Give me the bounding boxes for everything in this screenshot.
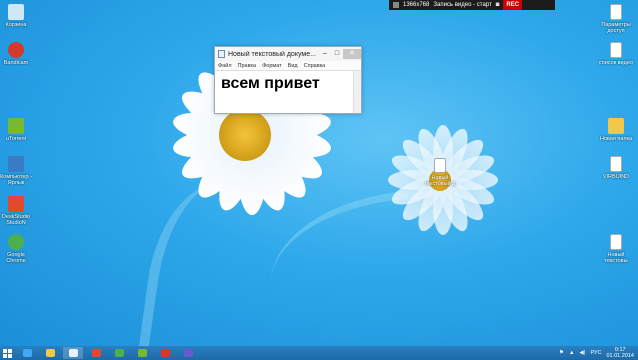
menu-help[interactable]: Справка [304,63,326,69]
flag-icon[interactable]: ⚑ [559,350,564,356]
network-icon[interactable]: ▲ [569,350,574,356]
start-button[interactable] [0,346,14,360]
desktop-icon[interactable]: Bandicam [0,42,34,66]
system-tray: ⚑ ▲ ◀) РУС 0:17 01.01.2014 [559,347,638,359]
daisy-center [219,109,271,161]
taskbar-bandicam[interactable] [155,347,175,359]
scrollbar[interactable] [353,71,361,113]
desktop-icon-label: Bandicam [3,60,29,66]
window-titlebar[interactable]: Новый текстовый докуме... – □ ✕ [215,47,361,61]
screen-icon [393,2,399,8]
clock-date: 01.01.2014 [606,353,634,359]
clock[interactable]: 0:17 01.01.2014 [606,347,634,359]
desktop-icon[interactable]: Компьютер - Ярлык [0,156,34,186]
minimize-button[interactable]: – [319,49,331,59]
notepad-window[interactable]: Новый текстовый докуме... – □ ✕ Файл Пра… [214,46,362,114]
utorrent-icon [137,349,147,357]
desktop: Корзина Bandicam uTorrent Компьютер - Ярлык… [0,0,638,346]
taskbar-utorrent[interactable] [132,347,152,359]
notepad-icon [68,349,78,357]
text-area[interactable]: всем привет [215,71,361,113]
camera-icon[interactable]: ◙ [496,0,500,10]
document-icon [610,234,622,250]
desktop-icon-label: DeskStudio StudioN [1,214,31,226]
document-icon [610,42,622,58]
desktop-icon[interactable]: uTorrent [0,118,34,142]
desktop-icon-label: список видео [599,60,633,66]
desktop-icon-label: Новый текстовы [604,252,628,264]
chrome-icon [8,234,24,250]
desktop-icon-label: Новая папка [599,136,633,142]
desktop-icon[interactable]: Новый текстовы [598,234,634,264]
desktop-icon-label: uTorrent [5,136,27,142]
app2-icon [183,349,193,357]
desktop-icon[interactable]: список видео [598,42,634,66]
desktop-icon-label: Новый текстовый д [424,175,456,187]
document-icon [434,158,446,173]
taskbar-app2[interactable] [178,347,198,359]
folder-icon [608,118,624,134]
taskbar-ie[interactable] [17,347,37,359]
bandicam-icon [8,42,24,58]
app-icon [8,196,24,212]
taskbar: ⚑ ▲ ◀) РУС 0:17 01.01.2014 [0,346,638,360]
desktop-icon[interactable]: Корзина [0,4,34,28]
menu-file[interactable]: Файл [218,63,232,69]
desktop-icon[interactable]: VIRBUIND [598,156,634,180]
window-title: Новый текстовый докуме... [228,50,316,58]
desktop-icon-label: Параметры доступ [601,22,631,34]
desktop-icon-label: Компьютер - Ярлык [0,174,32,186]
recorder-resolution: 1366x768 [403,2,430,8]
taskbar-explorer[interactable] [40,347,60,359]
menu-edit[interactable]: Правка [238,63,257,69]
language-indicator[interactable]: РУС [590,350,601,356]
desktop-icon[interactable]: DeskStudio StudioN [0,196,34,226]
desktop-icon-label: VIRBUIND [602,174,630,180]
desktop-icon[interactable]: Новая папка [598,118,634,142]
recorder-status: Запись видео - старт [433,2,492,8]
recycle-bin-icon [8,4,24,20]
desktop-icon-label: Google Chrome [6,252,26,264]
explorer-icon [45,349,55,357]
menu-bar: Файл Правка Формат Вид Справка [215,61,361,71]
computer-icon [8,156,24,172]
document-icon [610,156,622,172]
desktop-icon-label: Корзина [5,22,27,28]
utorrent-icon [8,118,24,134]
desktop-icon[interactable]: Google Chrome [0,234,34,264]
desktop-icon-text-file[interactable]: Новый текстовый д [422,158,458,187]
bandicam-icon [160,349,170,357]
windows-logo-icon [2,348,12,358]
maximize-button[interactable]: □ [331,49,343,59]
rec-button[interactable]: REC [503,0,523,10]
taskbar-notepad[interactable] [63,347,83,359]
taskbar-app[interactable] [86,347,106,359]
recorder-bar: 1366x768 Запись видео - старт ◙ REC [389,0,555,10]
close-button[interactable]: ✕ [343,49,361,59]
document-text: всем привет [221,75,320,92]
notepad-icon [218,50,225,58]
chrome-icon [114,349,124,357]
document-icon [610,4,622,20]
desktop-icon[interactable]: Параметры доступ [598,4,634,34]
menu-view[interactable]: Вид [288,63,298,69]
volume-icon[interactable]: ◀) [579,350,585,356]
taskbar-chrome[interactable] [109,347,129,359]
ie-icon [22,349,32,357]
menu-format[interactable]: Формат [262,63,282,69]
app-icon [91,349,101,357]
